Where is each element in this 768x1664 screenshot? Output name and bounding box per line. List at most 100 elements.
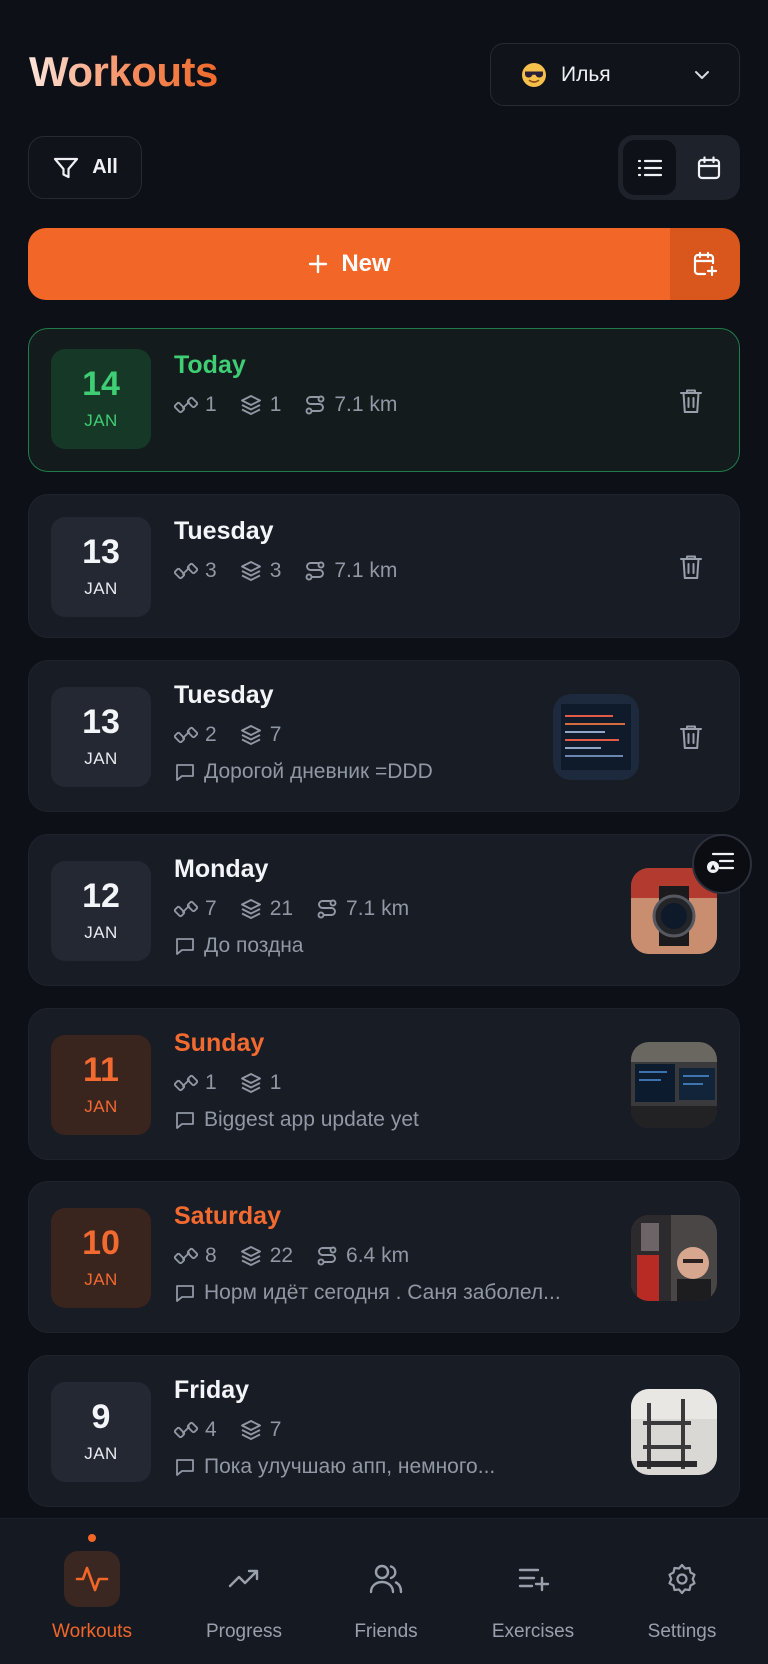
date-badge: 13 JAN	[51, 687, 151, 787]
workout-weekday: Sunday	[174, 1029, 265, 1057]
workout-weekday: Today	[174, 351, 246, 379]
workout-photo	[631, 1042, 717, 1128]
date-month: JAN	[84, 923, 118, 942]
delete-workout-button[interactable]	[677, 722, 705, 752]
nav-item-settings[interactable]: Settings	[612, 1519, 752, 1664]
view-toggle	[618, 135, 740, 200]
workout-weekday: Monday	[174, 855, 269, 883]
workout-note: Пока улучшаю апп, немного...	[174, 1455, 495, 1479]
note-text: Пока улучшаю апп, немного...	[204, 1455, 496, 1478]
trending-up-icon	[228, 1569, 259, 1588]
workout-photo-thumbnail[interactable]	[631, 1042, 717, 1128]
exercises-stat: 7	[174, 897, 217, 921]
workout-stats: 11	[174, 1070, 419, 1096]
filter-icon	[54, 157, 79, 178]
distance-value: 7.1 km	[346, 897, 410, 920]
delete-workout-button[interactable]	[677, 386, 705, 416]
nav-item-progress[interactable]: Progress	[174, 1519, 314, 1664]
nav-item-workouts[interactable]: Workouts	[22, 1519, 162, 1664]
plus-icon	[309, 254, 328, 274]
exercises-stat: 1	[174, 393, 217, 417]
date-month: JAN	[84, 1270, 118, 1289]
sets-count: 21	[269, 897, 294, 920]
comment-icon	[176, 1112, 194, 1129]
note-text: Biggest app update yet	[204, 1108, 419, 1131]
workout-photo-thumbnail[interactable]	[631, 1389, 717, 1475]
date-badge: 14 JAN	[51, 349, 151, 449]
nav-label: Friends	[354, 1621, 418, 1642]
nav-label: Progress	[205, 1621, 283, 1642]
filter-options-icon	[707, 852, 735, 873]
workout-note: До поздна	[174, 934, 431, 958]
date-day: 13	[82, 533, 120, 571]
layers-icon	[240, 395, 261, 415]
filter-button[interactable]: All	[28, 136, 142, 199]
active-indicator-dot	[88, 1534, 96, 1542]
distance-stat: 7.1 km	[315, 897, 409, 921]
exercises-count: 3	[205, 559, 217, 582]
workout-photo-thumbnail[interactable]	[553, 694, 639, 780]
workout-card[interactable]: 12 JAN Monday 7 21 7.1 km До поздна	[28, 834, 740, 986]
workout-photo	[631, 1215, 717, 1301]
dumbbell-icon	[174, 1074, 198, 1092]
exercises-stat: 2	[174, 723, 217, 747]
exercises-stat: 1	[174, 1071, 217, 1095]
nav-item-friends[interactable]: Friends	[316, 1519, 456, 1664]
workout-info: Tuesday 3 3 7.1 km	[174, 519, 419, 584]
user-selector[interactable]: Илья	[490, 43, 740, 106]
distance-stat: 6.4 km	[315, 1244, 409, 1268]
workout-card[interactable]: 14 JAN Today 1 1 7.1 km	[28, 328, 740, 472]
floating-options-button[interactable]	[692, 834, 752, 894]
distance-value: 6.4 km	[346, 1244, 410, 1267]
workout-card[interactable]: 9 JAN Friday 4 7 Пока улучшаю апп, немного...	[28, 1355, 740, 1507]
sets-stat: 21	[239, 897, 293, 921]
workout-card[interactable]: 11 JAN Sunday 1 1 Biggest app update yet	[28, 1008, 740, 1160]
workout-card[interactable]: 10 JAN Saturday 8 22 6.4 km Норм идёт сегодня …	[28, 1181, 740, 1333]
workout-info: Sunday 1 1 Biggest app update yet	[174, 1031, 419, 1132]
route-icon	[317, 1246, 337, 1266]
route-icon	[317, 899, 337, 919]
date-month: JAN	[84, 579, 118, 598]
calendar-view-button[interactable]	[682, 140, 735, 195]
new-workout-button[interactable]: New	[28, 228, 670, 300]
new-workout-label: New	[341, 250, 391, 277]
workout-weekday: Saturday	[174, 1202, 281, 1230]
date-day: 10	[82, 1224, 120, 1262]
list-icon	[637, 159, 662, 176]
exercises-count: 1	[205, 1071, 217, 1094]
workout-card[interactable]: 13 JAN Tuesday 2 7 Дорогой дневник =DDD	[28, 660, 740, 812]
delete-workout-button[interactable]	[677, 552, 705, 582]
trash-icon	[680, 725, 702, 749]
calendar-plus-icon	[693, 251, 718, 277]
layers-icon	[240, 1246, 261, 1266]
route-icon	[305, 395, 325, 415]
schedule-workout-button[interactable]	[670, 228, 740, 300]
workout-photo-thumbnail[interactable]	[631, 1215, 717, 1301]
dumbbell-icon	[174, 562, 198, 580]
sets-stat: 7	[239, 1418, 281, 1442]
dumbbell-icon	[174, 1247, 198, 1265]
distance-value: 7.1 km	[334, 393, 398, 416]
workout-info: Saturday 8 22 6.4 km Норм идёт сегодня . Сан…	[174, 1204, 561, 1305]
workout-stats: 27	[174, 722, 433, 748]
list-plus-icon	[518, 1568, 550, 1592]
list-view-button[interactable]	[623, 140, 676, 195]
filter-label: All	[92, 156, 118, 178]
dumbbell-icon	[174, 900, 198, 918]
gear-icon	[668, 1563, 696, 1595]
workout-photo	[631, 1389, 717, 1475]
date-day: 12	[82, 877, 120, 915]
workout-photo	[553, 694, 639, 780]
distance-value: 7.1 km	[334, 559, 398, 582]
workouts-screen: Workouts Илья All New 14 JAN Today 1 1 7…	[0, 0, 768, 1664]
sets-count: 22	[269, 1244, 294, 1267]
comment-icon	[176, 764, 194, 781]
layers-icon	[240, 725, 261, 745]
workout-card[interactable]: 13 JAN Tuesday 3 3 7.1 km	[28, 494, 740, 638]
workout-info: Today 1 1 7.1 km	[174, 353, 419, 418]
page-title: Workouts	[29, 48, 218, 95]
distance-stat: 7.1 km	[303, 393, 397, 417]
nav-item-exercises[interactable]: Exercises	[463, 1519, 603, 1664]
sets-stat: 7	[239, 723, 281, 747]
date-day: 14	[82, 365, 120, 403]
